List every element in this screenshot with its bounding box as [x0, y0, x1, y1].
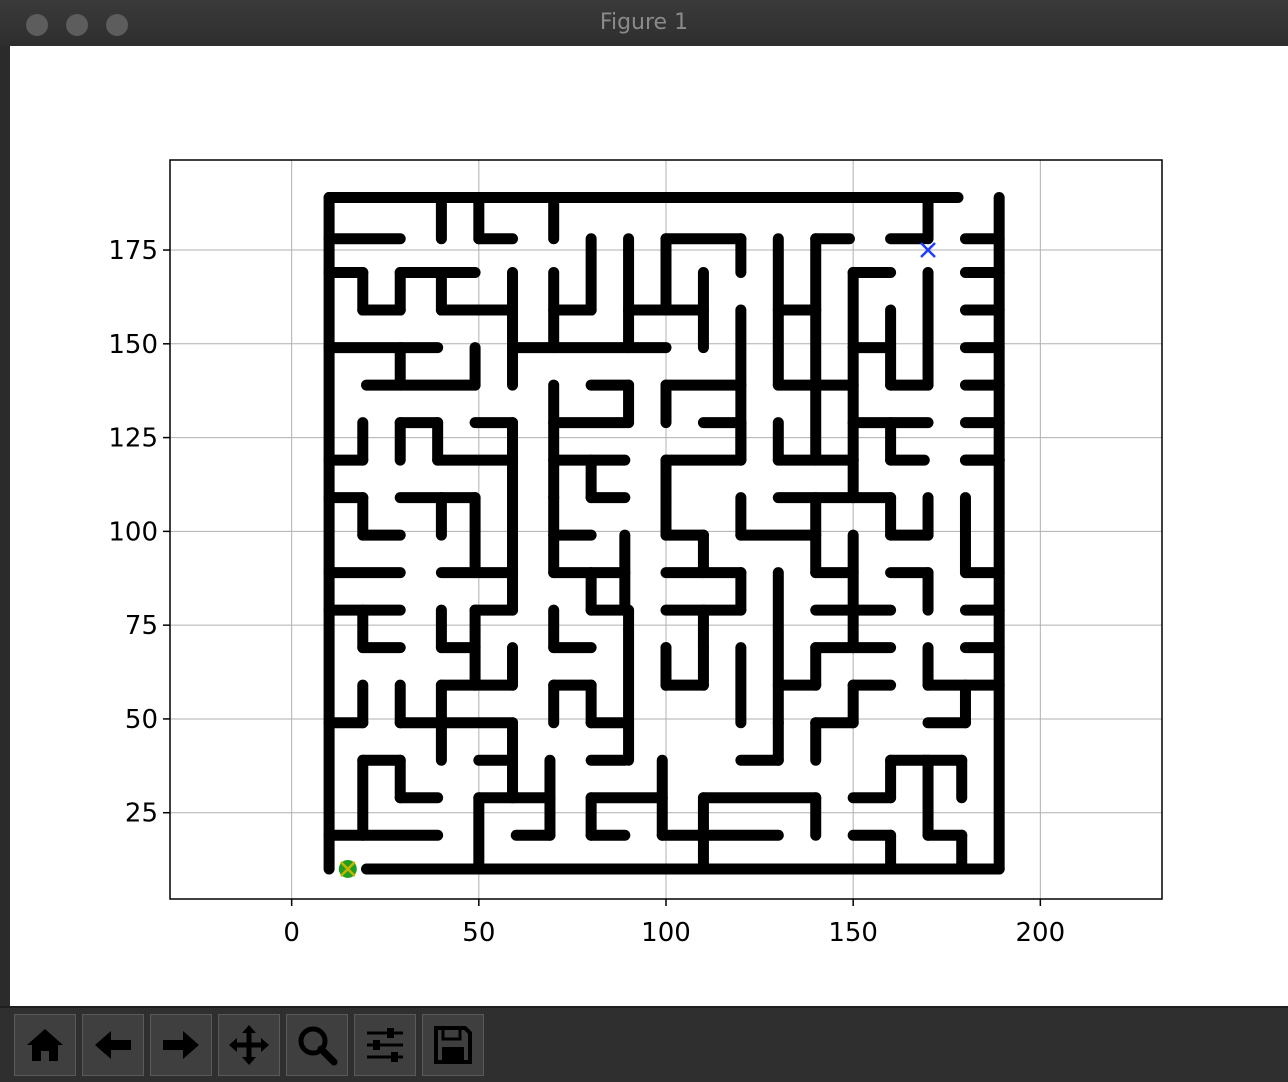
home-button[interactable]	[14, 1014, 76, 1076]
x-tick-label: 0	[283, 918, 300, 948]
y-tick-label: 100	[108, 517, 158, 547]
floppy-icon	[434, 1026, 472, 1064]
maze-plot[interactable]: 0 50 100 150 200 25 50 75 100 125 150 175	[10, 46, 1288, 1006]
magnifier-icon	[298, 1026, 338, 1066]
arrow-left-icon	[95, 1031, 131, 1059]
sliders-icon	[367, 1028, 403, 1062]
save-button[interactable]	[422, 1014, 484, 1076]
y-tick-label: 175	[108, 236, 158, 266]
maze-walls	[323, 192, 1005, 875]
y-tick-label: 150	[108, 330, 158, 360]
x-tick-label: 50	[462, 918, 495, 948]
move-icon	[229, 1025, 269, 1065]
y-tick-label: 25	[125, 799, 158, 829]
home-icon	[27, 1029, 63, 1061]
configure-subplots-button[interactable]	[354, 1014, 416, 1076]
pan-button[interactable]	[218, 1014, 280, 1076]
y-tick-label: 75	[125, 611, 158, 641]
x-tick-label: 150	[828, 918, 878, 948]
y-tick-label: 50	[125, 705, 158, 735]
figure-canvas[interactable]: 0 50 100 150 200 25 50 75 100 125 150 175	[10, 46, 1288, 1006]
x-tick-label: 100	[641, 918, 691, 948]
window-titlebar: Figure 1	[0, 0, 1288, 46]
forward-button[interactable]	[150, 1014, 212, 1076]
window-title: Figure 1	[599, 10, 689, 35]
arrow-right-icon	[163, 1031, 199, 1059]
y-tick-label: 125	[108, 424, 158, 454]
x-tick-label: 200	[1016, 918, 1066, 948]
navigation-toolbar	[0, 1006, 1288, 1082]
back-button[interactable]	[82, 1014, 144, 1076]
markers	[338, 242, 936, 878]
zoom-button[interactable]	[286, 1014, 348, 1076]
